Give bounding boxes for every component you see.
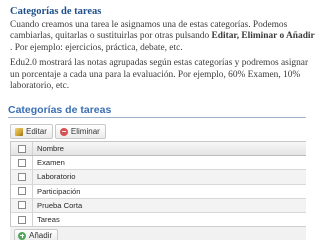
- categories-table: Nombre Examen Laboratorio Participación …: [10, 141, 306, 228]
- row-name: Examen: [37, 158, 65, 168]
- screenshot-title: Categorías de tareas: [8, 104, 118, 116]
- paragraph-1-bold: Editar, Eliminar o Añadir: [211, 31, 315, 42]
- row-checkbox[interactable]: [17, 158, 26, 167]
- row-name: Laboratorio: [37, 172, 76, 182]
- table-row: Examen: [11, 156, 306, 171]
- paragraph-1-text-b: . Por ejemplo: ejercicios, práctica, deb…: [10, 42, 183, 53]
- edit-button-label: Editar: [26, 127, 47, 136]
- row-name: Prueba Corta: [37, 200, 83, 210]
- delete-icon: [59, 127, 68, 136]
- add-button[interactable]: Añadir: [14, 229, 59, 240]
- paragraph-2: Edu2.0 mostrará las notas agrupadas segú…: [10, 58, 309, 92]
- edit-button[interactable]: Editar: [10, 124, 53, 139]
- embedded-screenshot: Categorías de tareas Editar Eliminar Nom…: [8, 104, 306, 240]
- column-header-nombre[interactable]: Nombre: [33, 144, 64, 153]
- row-checkbox[interactable]: [17, 201, 26, 210]
- pencil-icon: [15, 127, 23, 136]
- select-all-cell: [11, 142, 33, 156]
- row-checkbox-cell: [11, 184, 33, 198]
- row-checkbox-cell: [11, 156, 33, 170]
- toolbar: Editar Eliminar: [10, 124, 106, 139]
- row-checkbox-cell: [11, 198, 33, 212]
- row-checkbox[interactable]: [17, 172, 26, 181]
- delete-button[interactable]: Eliminar: [54, 124, 106, 139]
- table-row: Tareas: [11, 212, 306, 228]
- paragraph-1: Cuando creamos una tarea le asignamos un…: [10, 20, 316, 54]
- table-row: Participación: [11, 184, 306, 199]
- row-checkbox-cell: [11, 212, 33, 227]
- row-checkbox[interactable]: [17, 215, 26, 224]
- table-row: Laboratorio: [11, 170, 306, 185]
- table-header-row: Nombre: [11, 142, 306, 157]
- row-name: Participación: [37, 186, 81, 196]
- row-checkbox-cell: [11, 170, 33, 184]
- table-row: Prueba Corta: [11, 198, 306, 213]
- row-checkbox[interactable]: [17, 187, 26, 196]
- title-underline: [8, 117, 306, 118]
- document-title: Categorías de tareas: [10, 6, 102, 17]
- row-name: Tareas: [37, 215, 60, 225]
- add-button-label: Añadir: [29, 231, 53, 240]
- add-icon: [18, 231, 26, 240]
- select-all-checkbox[interactable]: [17, 144, 26, 153]
- document-text: Categorías de tareas Cuando creamos una …: [10, 0, 316, 92]
- delete-button-label: Eliminar: [70, 127, 100, 136]
- bottom-toolbar: Añadir: [10, 226, 306, 240]
